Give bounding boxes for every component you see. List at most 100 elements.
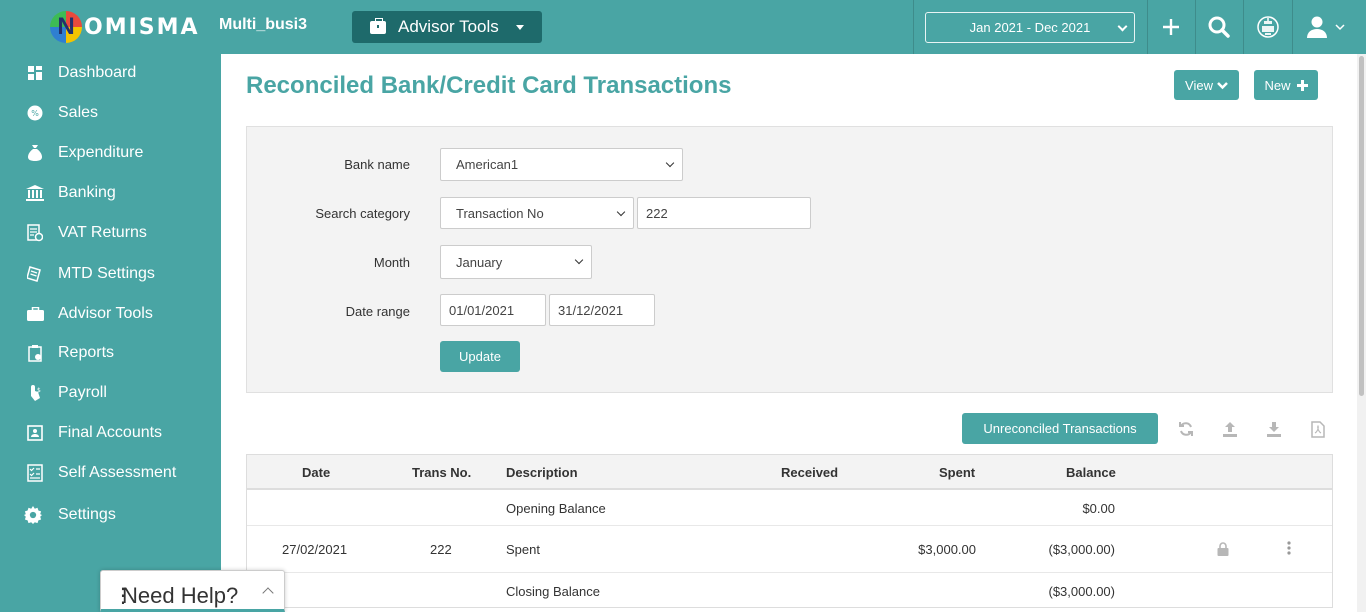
- advisor-tools-button[interactable]: Advisor Tools: [352, 11, 542, 43]
- plus-icon: [1163, 19, 1179, 35]
- update-button[interactable]: Update: [440, 341, 520, 372]
- payroll-icon: $: [26, 384, 44, 402]
- date-from-input[interactable]: 01/01/2021: [440, 294, 546, 326]
- chevron-up-icon[interactable]: [262, 587, 274, 599]
- header-received[interactable]: Received: [781, 465, 838, 480]
- sales-icon: %: [26, 104, 44, 122]
- header-trans-no[interactable]: Trans No.: [412, 465, 471, 480]
- download-button[interactable]: [1264, 418, 1284, 440]
- page-title: Reconciled Bank/Credit Card Transactions: [246, 72, 732, 99]
- logo-mark: N: [50, 11, 82, 43]
- company-name: Multi_busi3: [219, 16, 308, 33]
- search-category-label: Search category: [315, 206, 410, 221]
- money-bag-icon: [26, 144, 44, 162]
- svg-text:%: %: [31, 109, 39, 118]
- month-label: Month: [373, 255, 410, 270]
- closing-description: Closing Balance: [506, 584, 600, 599]
- row-trans-no: 222: [430, 542, 452, 557]
- sidebar-item-advisor-tools[interactable]: Advisor Tools: [0, 296, 221, 332]
- sidebar-item-settings[interactable]: Settings: [0, 497, 221, 533]
- sidebar-item-final-accounts[interactable]: Final Accounts: [0, 415, 221, 451]
- briefcase-icon: [370, 17, 386, 34]
- header-date[interactable]: Date: [302, 465, 330, 480]
- divider: [913, 0, 914, 54]
- caret-down-icon: [516, 24, 524, 30]
- top-bar: N OMISMA Multi_busi3 Advisor Tools Jan 2…: [0, 0, 1366, 54]
- date-to-input[interactable]: 31/12/2021: [549, 294, 655, 326]
- bank-name-label: Bank name: [344, 157, 410, 172]
- view-button[interactable]: View: [1174, 70, 1239, 100]
- bank-name-select[interactable]: American1: [440, 148, 683, 181]
- transactions-table: Date Trans No. Description Received Spen…: [246, 454, 1333, 608]
- sidebar-item-self-assessment[interactable]: Self Assessment: [0, 455, 221, 491]
- user-icon: [1307, 16, 1327, 38]
- sidebar-item-dashboard[interactable]: Dashboard: [0, 55, 221, 91]
- add-button[interactable]: [1148, 0, 1194, 54]
- briefcase-icon: [26, 305, 44, 323]
- hmrc-crest-icon: [1257, 16, 1279, 38]
- sidebar: Dashboard % Sales Expenditure Banking VA…: [0, 54, 221, 612]
- month-select[interactable]: January: [440, 245, 592, 279]
- pdf-export-button[interactable]: [1308, 418, 1328, 440]
- nomisma-logo[interactable]: N OMISMA: [50, 10, 200, 44]
- chevron-down-icon: [1335, 24, 1345, 31]
- date-range-label: Date range: [345, 304, 410, 319]
- opening-balance-value: $0.00: [1082, 501, 1115, 516]
- self-assessment-icon: [26, 464, 44, 482]
- opening-balance-row: Opening Balance $0.00: [247, 490, 1332, 526]
- table-row[interactable]: 27/02/2021 222 Spent $3,000.00 ($3,000.0…: [247, 526, 1332, 573]
- user-menu-button[interactable]: [1293, 0, 1357, 54]
- vat-icon: [26, 224, 44, 242]
- sidebar-item-mtd-settings[interactable]: MTD Settings: [0, 256, 221, 292]
- closing-balance-value: ($3,000.00): [1048, 584, 1116, 599]
- main-content: Reconciled Bank/Credit Card Transactions…: [221, 54, 1357, 612]
- header-spent[interactable]: Spent: [939, 465, 975, 480]
- chevron-down-icon: [616, 207, 626, 217]
- lock-icon[interactable]: [1217, 542, 1229, 561]
- row-menu-icon[interactable]: [1287, 541, 1291, 560]
- new-button[interactable]: New: [1254, 70, 1318, 100]
- dashboard-icon: [26, 64, 44, 82]
- search-value-input[interactable]: 222: [637, 197, 811, 229]
- gear-icon: [24, 506, 42, 524]
- chevron-down-icon: [1117, 21, 1128, 32]
- final-accounts-icon: [26, 424, 44, 442]
- pdf-icon: [1311, 420, 1325, 438]
- refresh-button[interactable]: [1176, 418, 1196, 440]
- chevron-down-icon: [665, 158, 675, 168]
- unreconciled-transactions-button[interactable]: Unreconciled Transactions: [962, 413, 1158, 444]
- scrollbar-thumb[interactable]: [1359, 56, 1364, 396]
- filter-panel: Bank name American1 Search category Tran…: [246, 126, 1333, 393]
- row-balance: ($3,000.00): [1048, 542, 1116, 557]
- hmrc-button[interactable]: [1244, 0, 1292, 54]
- plus-icon: [1296, 79, 1308, 91]
- need-help-label: Need Help?: [122, 583, 239, 608]
- bank-icon: [26, 184, 44, 202]
- sidebar-item-vat-returns[interactable]: VAT Returns: [0, 215, 221, 251]
- search-button[interactable]: [1196, 0, 1242, 54]
- sidebar-item-banking[interactable]: Banking: [0, 175, 221, 211]
- advisor-tools-label: Advisor Tools: [398, 17, 499, 36]
- sidebar-item-sales[interactable]: % Sales: [0, 95, 221, 131]
- refresh-icon: [1179, 422, 1193, 436]
- search-category-select[interactable]: Transaction No: [440, 197, 634, 229]
- period-select[interactable]: Jan 2021 - Dec 2021: [925, 12, 1135, 43]
- header-description[interactable]: Description: [506, 465, 578, 480]
- sidebar-item-reports[interactable]: Reports: [0, 335, 221, 371]
- upload-icon: [1223, 422, 1237, 437]
- reports-icon: [26, 344, 44, 362]
- logo-text: OMISMA: [84, 14, 200, 40]
- page-scrollbar[interactable]: [1357, 54, 1366, 612]
- opening-description: Opening Balance: [506, 501, 606, 516]
- mtd-icon: [26, 265, 44, 283]
- download-icon: [1267, 422, 1281, 437]
- sidebar-item-payroll[interactable]: $ Payroll: [0, 375, 221, 411]
- header-balance[interactable]: Balance: [1066, 465, 1116, 480]
- search-icon: [1208, 16, 1230, 38]
- svg-text:$: $: [37, 387, 41, 394]
- upload-button[interactable]: [1220, 418, 1240, 440]
- sidebar-item-expenditure[interactable]: Expenditure: [0, 135, 221, 171]
- row-date: 27/02/2021: [282, 542, 348, 557]
- need-help-widget[interactable]: ⋮ Need Help?: [100, 570, 285, 612]
- closing-balance-row: Closing Balance ($3,000.00): [247, 573, 1332, 608]
